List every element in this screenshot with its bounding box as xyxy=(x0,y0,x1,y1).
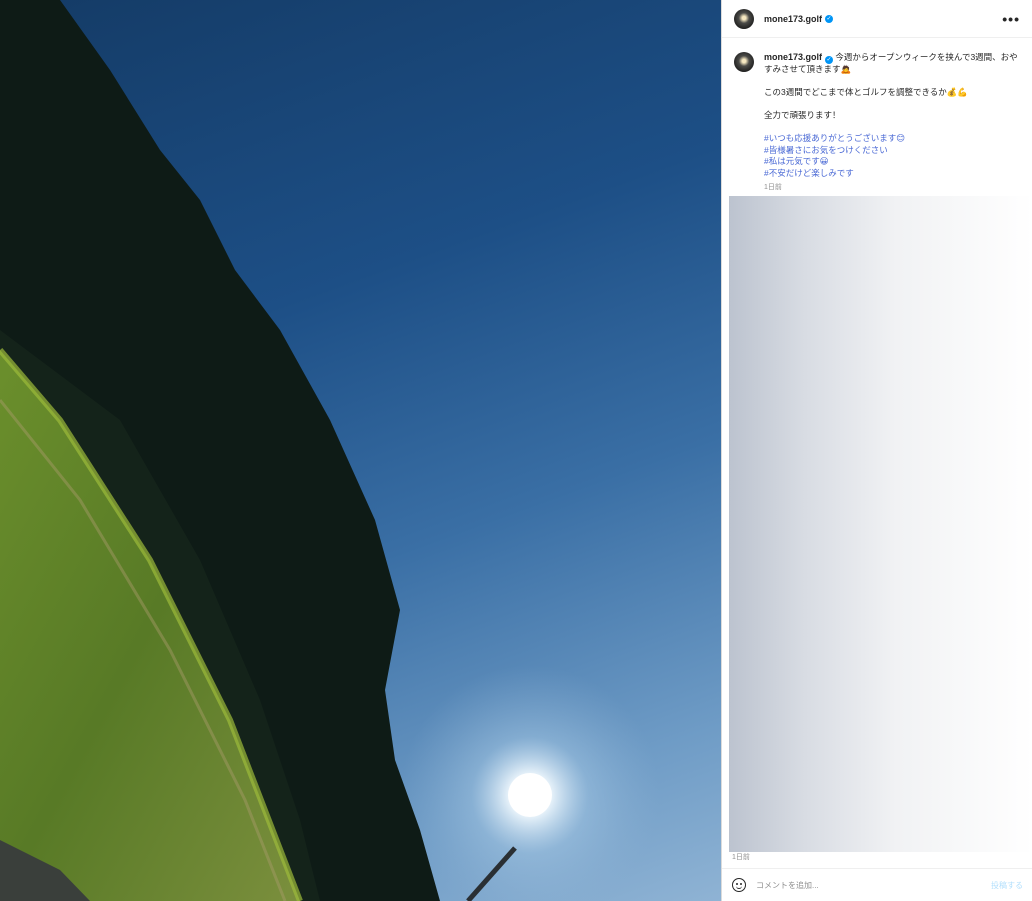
verified-badge-icon: ✓ xyxy=(825,14,834,23)
post-comment-button[interactable]: 投稿する xyxy=(991,880,1023,891)
more-options-icon[interactable]: ••• xyxy=(1002,11,1020,27)
caption-text-line: 今週からオープンウィークを挟んで3週間、おや xyxy=(833,52,1018,62)
comments-area[interactable] xyxy=(729,196,1032,852)
post-timestamp[interactable]: 1日前 xyxy=(732,852,750,862)
comment-input[interactable] xyxy=(756,880,991,890)
avatar[interactable] xyxy=(734,8,754,29)
post-header: mone173.golf ✓ ••• xyxy=(722,0,1032,38)
caption-text-line: 全力で頑張ります！ xyxy=(764,110,841,120)
caption-avatar[interactable] xyxy=(734,52,754,72)
caption-text-line: この3週間でどこまで体とゴルフを調整できるか💰💪 xyxy=(764,87,968,97)
emoji-smile-icon[interactable] xyxy=(732,878,746,892)
hashtag-link[interactable]: #不安だけど楽しみです xyxy=(764,168,1022,180)
caption-username-link[interactable]: mone173.golf xyxy=(764,52,822,62)
comment-bar: 投稿する xyxy=(722,868,1032,901)
photo-landscape xyxy=(0,0,660,901)
post-side-panel: mone173.golf ✓ ••• mone173.golf ✓ 今週からオープ… xyxy=(721,0,1032,901)
verified-badge-icon: ✓ xyxy=(825,56,834,64)
hashtag-link[interactable]: #皆様暑さにお気をつけください xyxy=(764,145,1022,157)
post-caption: mone173.golf ✓ 今週からオープンウィークを挟んで3週間、おや すみさ… xyxy=(722,38,1032,198)
hashtag-link[interactable]: #いつも応援ありがとうございます😊 xyxy=(764,133,1022,145)
caption-text-line: すみさせて頂きます🙇 xyxy=(764,64,852,74)
caption-timestamp[interactable]: 1日前 xyxy=(764,182,1022,194)
username-link[interactable]: mone173.golf xyxy=(764,14,822,24)
caption-body: mone173.golf ✓ 今週からオープンウィークを挟んで3週間、おや すみさ… xyxy=(764,52,1022,194)
sun xyxy=(508,773,552,817)
post-photo[interactable] xyxy=(0,0,721,901)
hashtag-link[interactable]: #私は元気です😀 xyxy=(764,156,1022,168)
